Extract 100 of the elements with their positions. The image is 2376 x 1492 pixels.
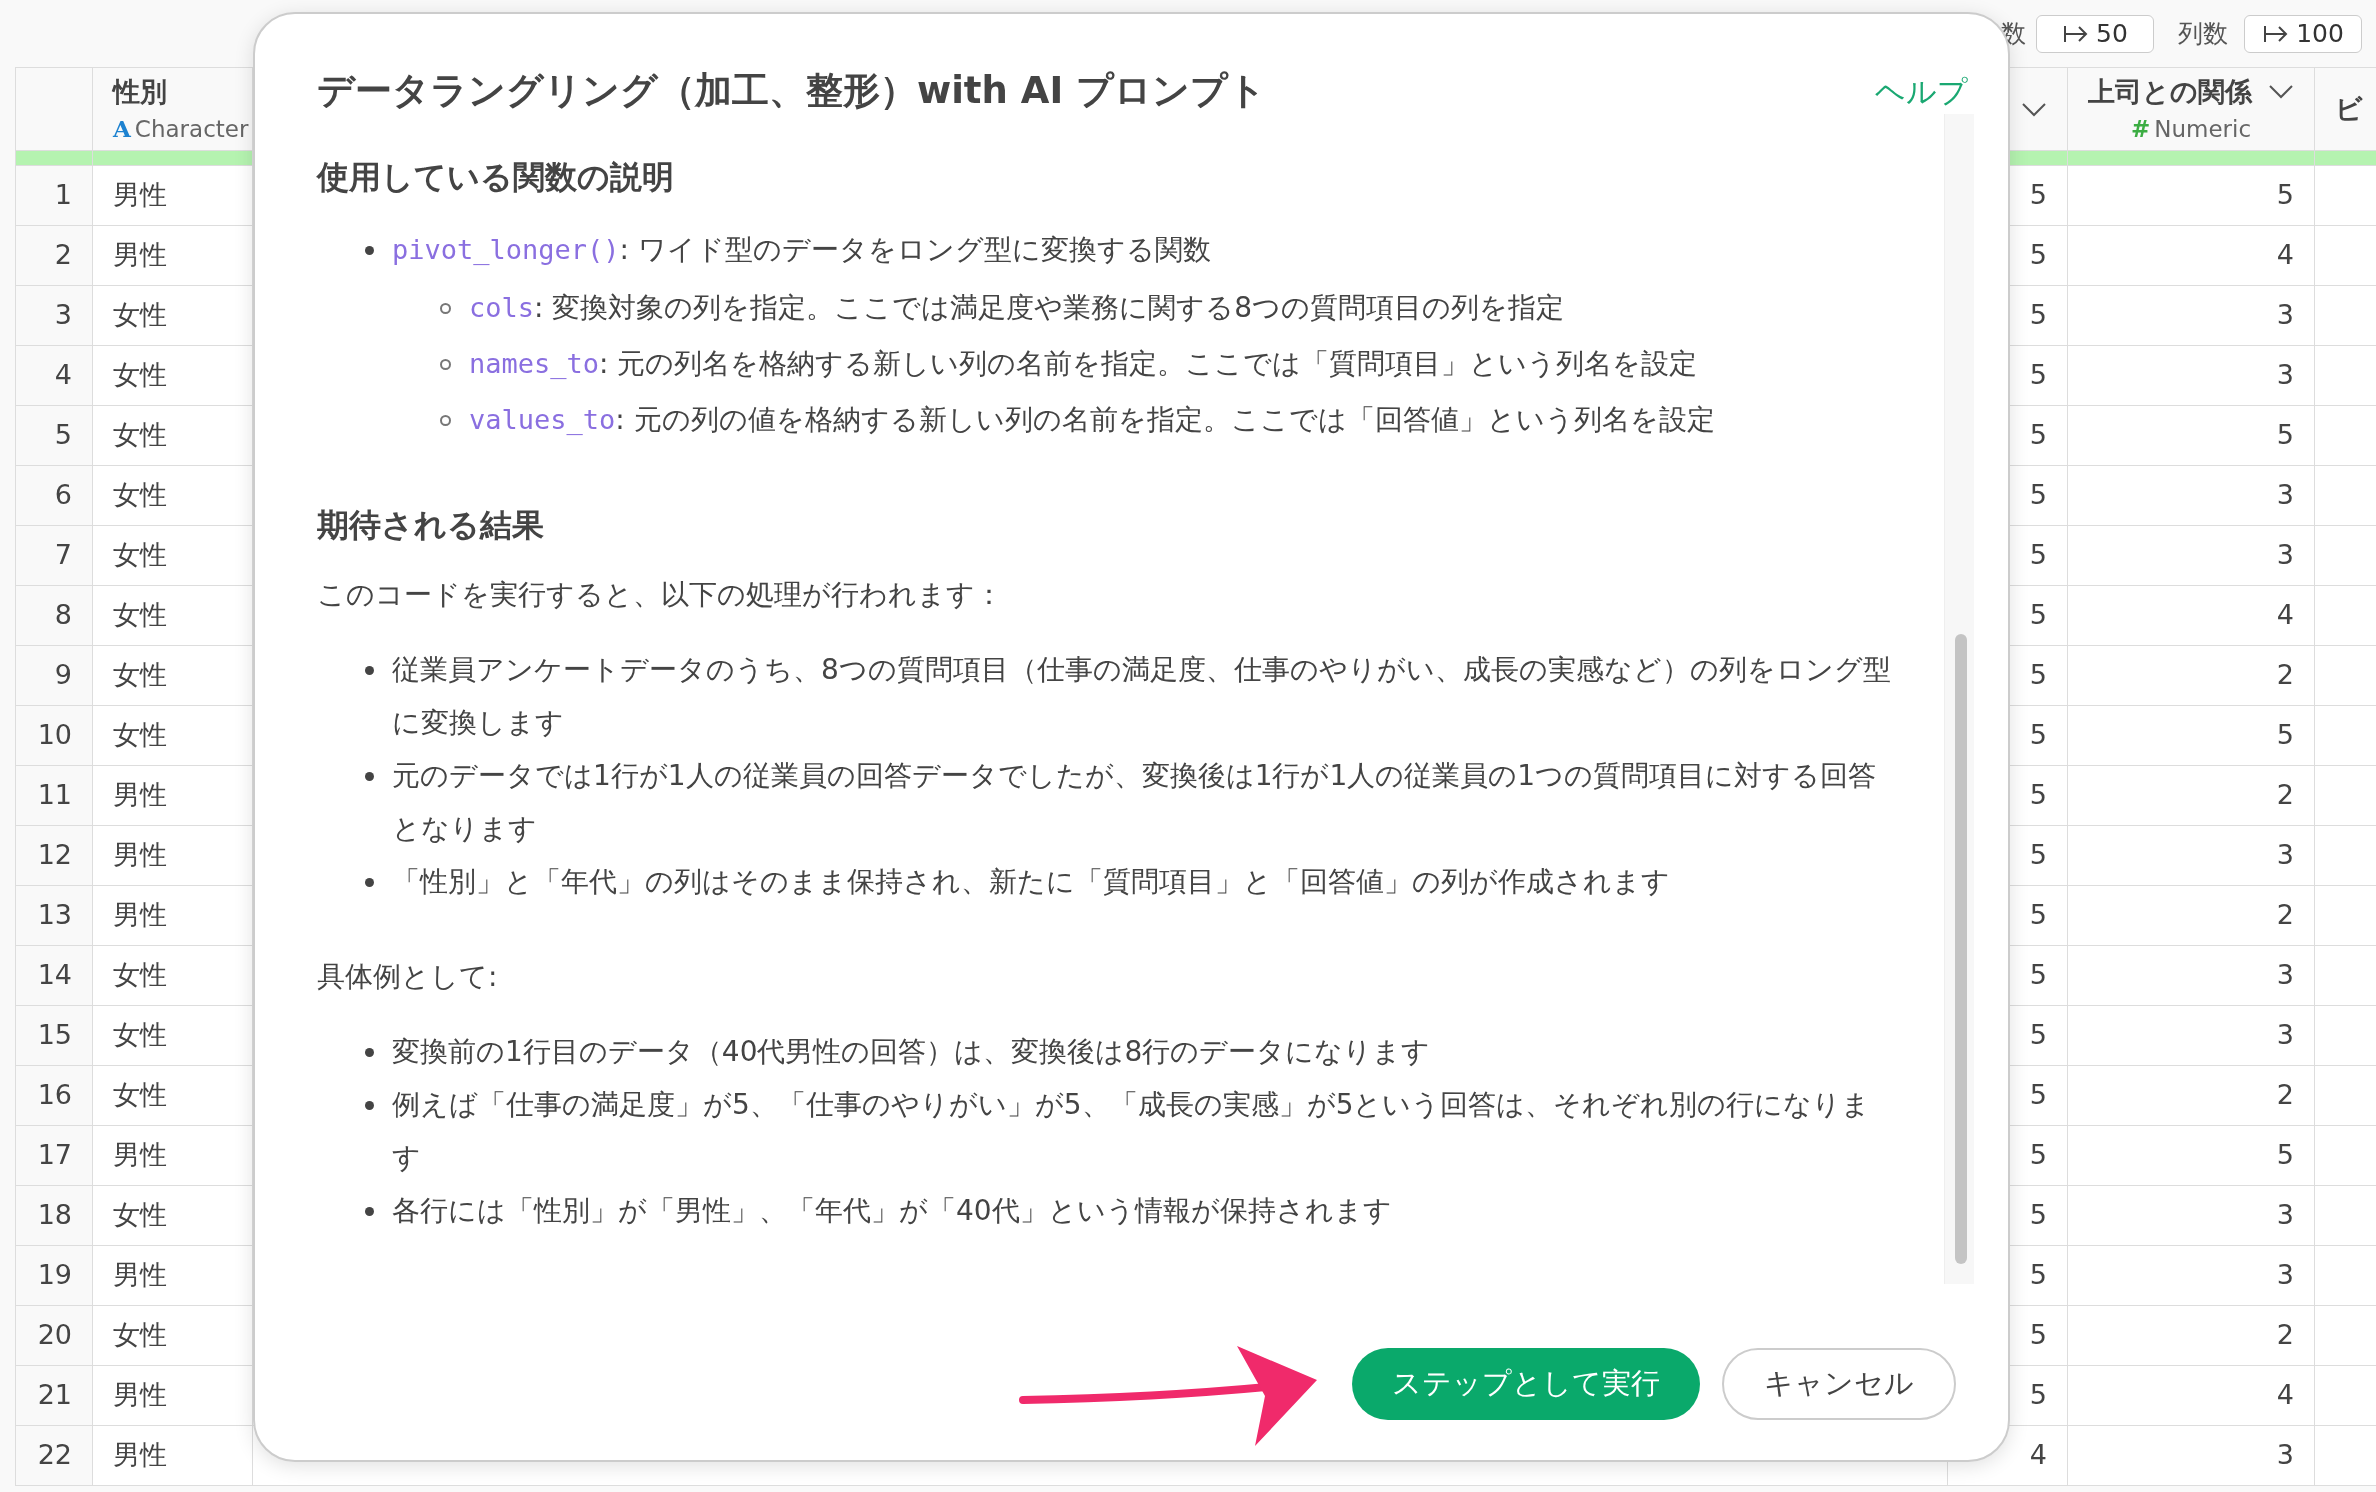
table-cell: 男性 bbox=[92, 1245, 253, 1306]
table-cell: 3 bbox=[2067, 825, 2315, 886]
list-item-text: values_to: 元の列の値を格納する新しい列の名前を指定。ここでは「回答値」という列名を設定 bbox=[469, 402, 1715, 439]
list-item-text: names_to: 元の列名を格納する新しい列の名前を指定。ここでは「質問項目」という列名を設定 bbox=[469, 346, 1698, 383]
column-name: 性別 bbox=[113, 74, 167, 109]
row-number: 1 bbox=[15, 165, 93, 226]
bullet-icon bbox=[365, 246, 374, 256]
row-number: 9 bbox=[15, 645, 93, 706]
table-cell: 3 bbox=[2067, 285, 2315, 346]
row-number: 18 bbox=[15, 1185, 93, 1246]
row-number: 10 bbox=[15, 705, 93, 766]
column-header[interactable]: 性別 A Character bbox=[92, 67, 253, 151]
table-cell: 女性 bbox=[92, 1005, 253, 1066]
row-number: 22 bbox=[15, 1425, 93, 1486]
chevron-down-icon[interactable] bbox=[2021, 102, 2047, 119]
table-cell: 4 bbox=[2067, 225, 2315, 286]
row-number: 21 bbox=[15, 1365, 93, 1426]
table-cell: 5 bbox=[2067, 1125, 2315, 1186]
bullet-icon bbox=[365, 877, 374, 887]
table-cell: 女性 bbox=[92, 465, 253, 526]
table-cell: 3 bbox=[2067, 1185, 2315, 1246]
row-count-button[interactable]: 50 bbox=[2036, 14, 2154, 53]
table-cell: 女性 bbox=[92, 285, 253, 346]
section-heading: 使用している関数の説明 bbox=[317, 158, 675, 197]
table-cell: 2 bbox=[2067, 1065, 2315, 1126]
section-heading: 期待される結果 bbox=[317, 506, 545, 545]
type-icon: A bbox=[113, 112, 131, 147]
table-cell: 男性 bbox=[92, 1125, 253, 1186]
list-item-text: 各行には「性別」が「男性」、「年代」が「40代」という情報が保持されます bbox=[392, 1193, 1392, 1227]
table-cell: 5 bbox=[2067, 705, 2315, 766]
table-cell: 3 bbox=[2067, 465, 2315, 526]
table-cell: 4 bbox=[2067, 585, 2315, 646]
scrollbar-thumb[interactable] bbox=[1955, 634, 1967, 1264]
list-item-text: 従業員アンケートデータのうち、8つの質問項目（仕事の満足度、仕事のやりがい、成長の実感など）の列をロング型に変換します bbox=[392, 652, 1891, 739]
scrollbar[interactable] bbox=[1944, 114, 1974, 1284]
table-cell: 3 bbox=[2067, 345, 2315, 406]
column-name: ビ bbox=[2335, 91, 2363, 126]
row-number: 5 bbox=[15, 405, 93, 466]
table-cell: 5 bbox=[2067, 165, 2315, 226]
column-name: 上司との関係 bbox=[2088, 74, 2252, 109]
table-cell: 女性 bbox=[92, 645, 253, 706]
row-number: 7 bbox=[15, 525, 93, 586]
row-number: 14 bbox=[15, 945, 93, 1006]
table-cell: 女性 bbox=[92, 1065, 253, 1126]
list-item-text: cols: 変換対象の列を指定。ここでは満足度や業務に関する8つの質問項目の列を指定 bbox=[469, 290, 1565, 327]
table-cell: 女性 bbox=[92, 1185, 253, 1246]
bullet-icon bbox=[365, 1047, 374, 1057]
bullet-icon bbox=[440, 303, 451, 315]
paragraph: このコードを実行すると、以下の処理が行われます： bbox=[317, 576, 1004, 613]
list-item-text: pivot_longer(): ワイド型のデータをロング型に変換する関数 bbox=[392, 233, 1211, 267]
dialog-title: データラングリング（加工、整形）with AI プロンプト bbox=[317, 69, 1267, 114]
bullet-icon bbox=[365, 1100, 374, 1110]
row-number: 12 bbox=[15, 825, 93, 886]
row-number: 16 bbox=[15, 1065, 93, 1126]
row-number: 13 bbox=[15, 885, 93, 946]
table-cell: 男性 bbox=[92, 885, 253, 946]
bullet-icon bbox=[365, 771, 374, 781]
column-type: Numeric bbox=[2154, 115, 2252, 144]
row-number: 15 bbox=[15, 1005, 93, 1066]
column-count-button[interactable]: 100 bbox=[2244, 14, 2362, 53]
table-cell: 3 bbox=[2067, 525, 2315, 586]
table-cell: 3 bbox=[2067, 945, 2315, 1006]
table-cell: 2 bbox=[2067, 1305, 2315, 1366]
chevron-down-icon[interactable] bbox=[2268, 83, 2294, 100]
table-cell: 男性 bbox=[92, 1425, 253, 1486]
table-cell: 女性 bbox=[92, 585, 253, 646]
table-cell: 3 bbox=[2067, 1245, 2315, 1306]
row-number: 6 bbox=[15, 465, 93, 526]
row-number: 3 bbox=[15, 285, 93, 346]
column-type: Character bbox=[134, 115, 249, 144]
bullet-icon bbox=[440, 359, 451, 371]
bullet-icon bbox=[365, 1206, 374, 1216]
list-item-text: 変換前の1行目のデータ（40代男性の回答）は、変換後は8行のデータになります bbox=[392, 1034, 1431, 1068]
list-item-text: 元のデータでは1行が1人の従業員の回答データでしたが、変換後は1行が1人の従業員の1つの質問項目に対する回答となります bbox=[392, 758, 1877, 845]
table-cell: 女性 bbox=[92, 345, 253, 406]
row-number: 11 bbox=[15, 765, 93, 826]
column-header[interactable]: ビ bbox=[2314, 67, 2376, 151]
list-item-text: 例えば「仕事の満足度」が5、「仕事のやりがい」が5、「成長の実感」が5という回答は、それぞれ別の行になります bbox=[392, 1087, 1871, 1174]
table-cell: 女性 bbox=[92, 525, 253, 586]
table-cell: 女性 bbox=[92, 405, 253, 466]
bullet-icon bbox=[440, 415, 451, 427]
table-cell: 女性 bbox=[92, 1305, 253, 1366]
table-cell: 男性 bbox=[92, 165, 253, 226]
paragraph: 具体例として: bbox=[317, 958, 499, 995]
table-cell: 男性 bbox=[92, 1365, 253, 1426]
cancel-button[interactable]: キャンセル bbox=[1722, 1348, 1956, 1420]
bullet-icon bbox=[365, 665, 374, 675]
table-cell: 3 bbox=[2067, 1425, 2315, 1486]
column-header[interactable]: 上司との関係 # Numeric bbox=[2067, 67, 2315, 151]
table-cell: 女性 bbox=[92, 705, 253, 766]
table-cell: 3 bbox=[2067, 1005, 2315, 1066]
type-icon: # bbox=[2130, 112, 2151, 147]
row-number: 20 bbox=[15, 1305, 93, 1366]
table-cell: 男性 bbox=[92, 825, 253, 886]
column-count-label: 列数 bbox=[2178, 17, 2228, 50]
row-number: 4 bbox=[15, 345, 93, 406]
row-number: 8 bbox=[15, 585, 93, 646]
list-item-text: 「性別」と「年代」の列はそのまま保持され、新たに「質問項目」と「回答値」の列が作成されます bbox=[392, 864, 1670, 898]
table-cell: 2 bbox=[2067, 885, 2315, 946]
row-number: 19 bbox=[15, 1245, 93, 1306]
